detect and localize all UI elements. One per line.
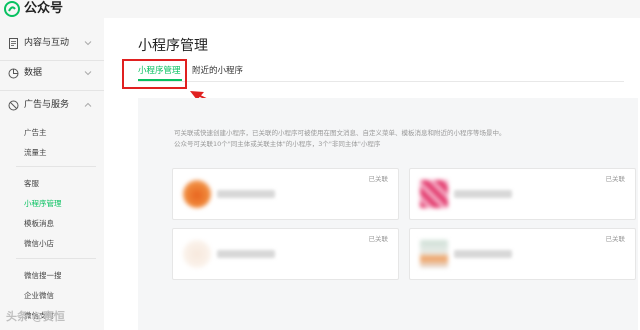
annotation-highlight-box <box>122 59 187 89</box>
sidebar-group-label: 广告与服务 <box>24 100 70 110</box>
sidebar-item-publisher[interactable]: 流量主 <box>24 147 47 158</box>
status-badge: 已关联 <box>605 235 626 243</box>
status-badge: 已关联 <box>605 175 626 183</box>
mini-program-avatar <box>183 240 211 268</box>
mini-program-avatar <box>420 180 448 208</box>
tab-nearby-mini-programs[interactable]: 附近的小程序 <box>192 65 243 77</box>
sidebar-item-enterprise-wechat[interactable]: 企业微信 <box>24 290 54 301</box>
divider <box>0 90 104 91</box>
app-title: 公众号 <box>24 1 64 16</box>
wechat-official-logo-icon <box>4 1 20 17</box>
mini-program-avatar <box>183 180 211 208</box>
mini-program-name-redacted <box>454 190 512 198</box>
mini-program-card[interactable]: 已关联 <box>172 168 399 220</box>
mini-program-name-redacted <box>217 250 275 258</box>
sidebar-item-template-messages[interactable]: 模板消息 <box>24 218 54 229</box>
divider <box>16 166 96 167</box>
mini-program-name-redacted <box>217 190 275 198</box>
description-line: 公众号可关联10个"同主体或关联主体"的小程序，3个"非同主体"小程序 <box>174 140 381 148</box>
mini-program-card[interactable]: 已关联 <box>172 228 399 280</box>
main-panel: 小程序管理 小程序管理 附近的小程序 可关联或快速创建小程序，已关联的小程序可被… <box>104 18 640 330</box>
mini-program-avatar <box>420 240 448 268</box>
chevron-down-icon <box>84 41 92 46</box>
sidebar-item-mini-program-management[interactable]: 小程序管理 <box>24 198 62 209</box>
chevron-up-icon <box>84 102 92 107</box>
divider <box>0 60 104 61</box>
watermark: 头条 @赛恒 <box>6 310 65 323</box>
sidebar: 内容与互动 数据 广告与服务 广告主 流量主 客服 小程序管理 模板消息 微信小… <box>0 18 104 330</box>
document-icon <box>9 38 18 49</box>
sidebar-group-label: 内容与互动 <box>24 38 70 48</box>
sidebar-group-ads-services[interactable]: 广告与服务 <box>0 94 104 118</box>
sidebar-item-wechat-search[interactable]: 微信搜一搜 <box>24 270 62 281</box>
mini-program-card[interactable]: 已关联 <box>409 168 636 220</box>
sidebar-group-content[interactable]: 内容与互动 <box>0 32 104 56</box>
status-badge: 已关联 <box>368 235 389 243</box>
sidebar-group-data[interactable]: 数据 <box>0 62 104 86</box>
chevron-down-icon <box>84 71 92 76</box>
top-bar: 公众号 <box>0 0 640 18</box>
mini-program-name-redacted <box>454 250 512 258</box>
tab-divider <box>138 81 624 82</box>
page-title: 小程序管理 <box>138 38 208 54</box>
description-line: 可关联或快速创建小程序，已关联的小程序可被使用在图文消息、自定义菜单、模板消息和… <box>174 129 506 137</box>
sidebar-item-customer-service[interactable]: 客服 <box>24 178 39 189</box>
sidebar-item-wechat-store[interactable]: 微信小店 <box>24 238 54 249</box>
sidebar-item-advertiser[interactable]: 广告主 <box>24 127 47 138</box>
pie-chart-icon <box>8 68 19 79</box>
sidebar-group-label: 数据 <box>24 68 43 78</box>
mini-program-card[interactable]: 已关联 <box>409 228 636 280</box>
divider <box>16 258 96 259</box>
slash-circle-icon <box>8 100 19 111</box>
status-badge: 已关联 <box>368 175 389 183</box>
